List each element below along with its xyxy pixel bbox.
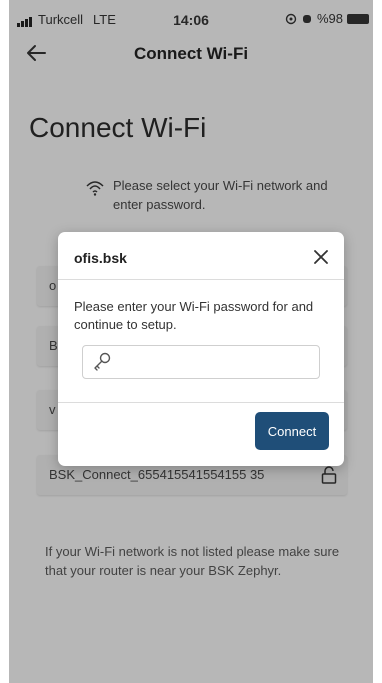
password-dialog: ofis.bsk Please enter your Wi-Fi passwor… — [58, 232, 344, 466]
divider — [58, 279, 344, 280]
key-icon — [94, 352, 111, 371]
app-screen: Turkcell LTE 14:06 %98 Connect Wi-Fi Con… — [9, 0, 373, 683]
password-input[interactable] — [123, 346, 317, 378]
close-icon[interactable] — [308, 244, 334, 270]
connect-button[interactable]: Connect — [255, 412, 329, 450]
dialog-title: ofis.bsk — [74, 250, 127, 266]
dialog-message: Please enter your Wi-Fi password for and… — [74, 299, 314, 332]
divider — [58, 402, 344, 403]
password-field[interactable] — [82, 345, 320, 379]
